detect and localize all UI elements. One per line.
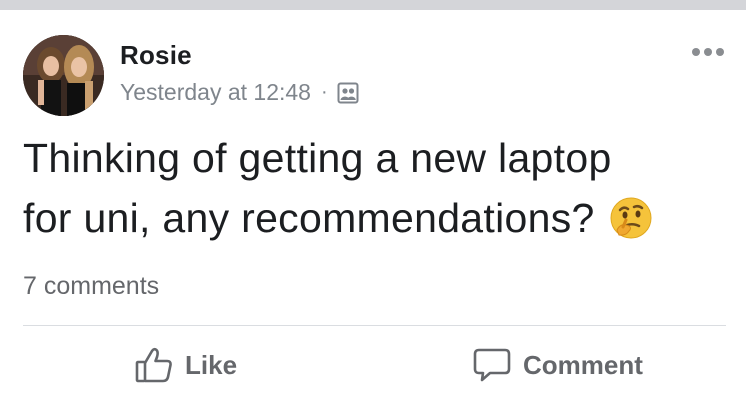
like-button[interactable]: Like — [135, 347, 237, 383]
post-body: Thinking of getting a new laptop for uni… — [23, 128, 723, 248]
dot-icon — [692, 48, 700, 56]
thinking-face-icon — [609, 196, 653, 240]
post-text-line-2-content: for uni, any recommendations? — [23, 195, 595, 241]
comments-count[interactable]: 7 comments — [23, 272, 159, 301]
dot-icon — [704, 48, 712, 56]
more-options-button[interactable] — [692, 48, 724, 56]
post-meta: Yesterday at 12:48 · — [120, 79, 359, 106]
post-text-line-1: Thinking of getting a new laptop — [23, 135, 612, 181]
avatar-photo — [23, 35, 104, 116]
meta-separator: · — [320, 81, 328, 103]
post-text-line-2: for uni, any recommendations? — [23, 188, 723, 248]
comment-bubble-icon — [473, 348, 511, 382]
comment-button[interactable]: Comment — [473, 347, 643, 383]
divider — [23, 325, 726, 326]
avatar[interactable] — [23, 35, 104, 116]
comment-label: Comment — [523, 349, 643, 380]
author-name[interactable]: Rosie — [120, 40, 192, 71]
like-thumb-icon — [135, 347, 172, 383]
post-timestamp[interactable]: Yesterday at 12:48 — [120, 79, 311, 106]
friends-audience-icon[interactable] — [337, 82, 359, 104]
feed-separator-strip — [0, 0, 746, 10]
like-label: Like — [185, 349, 238, 380]
dot-icon — [716, 48, 724, 56]
